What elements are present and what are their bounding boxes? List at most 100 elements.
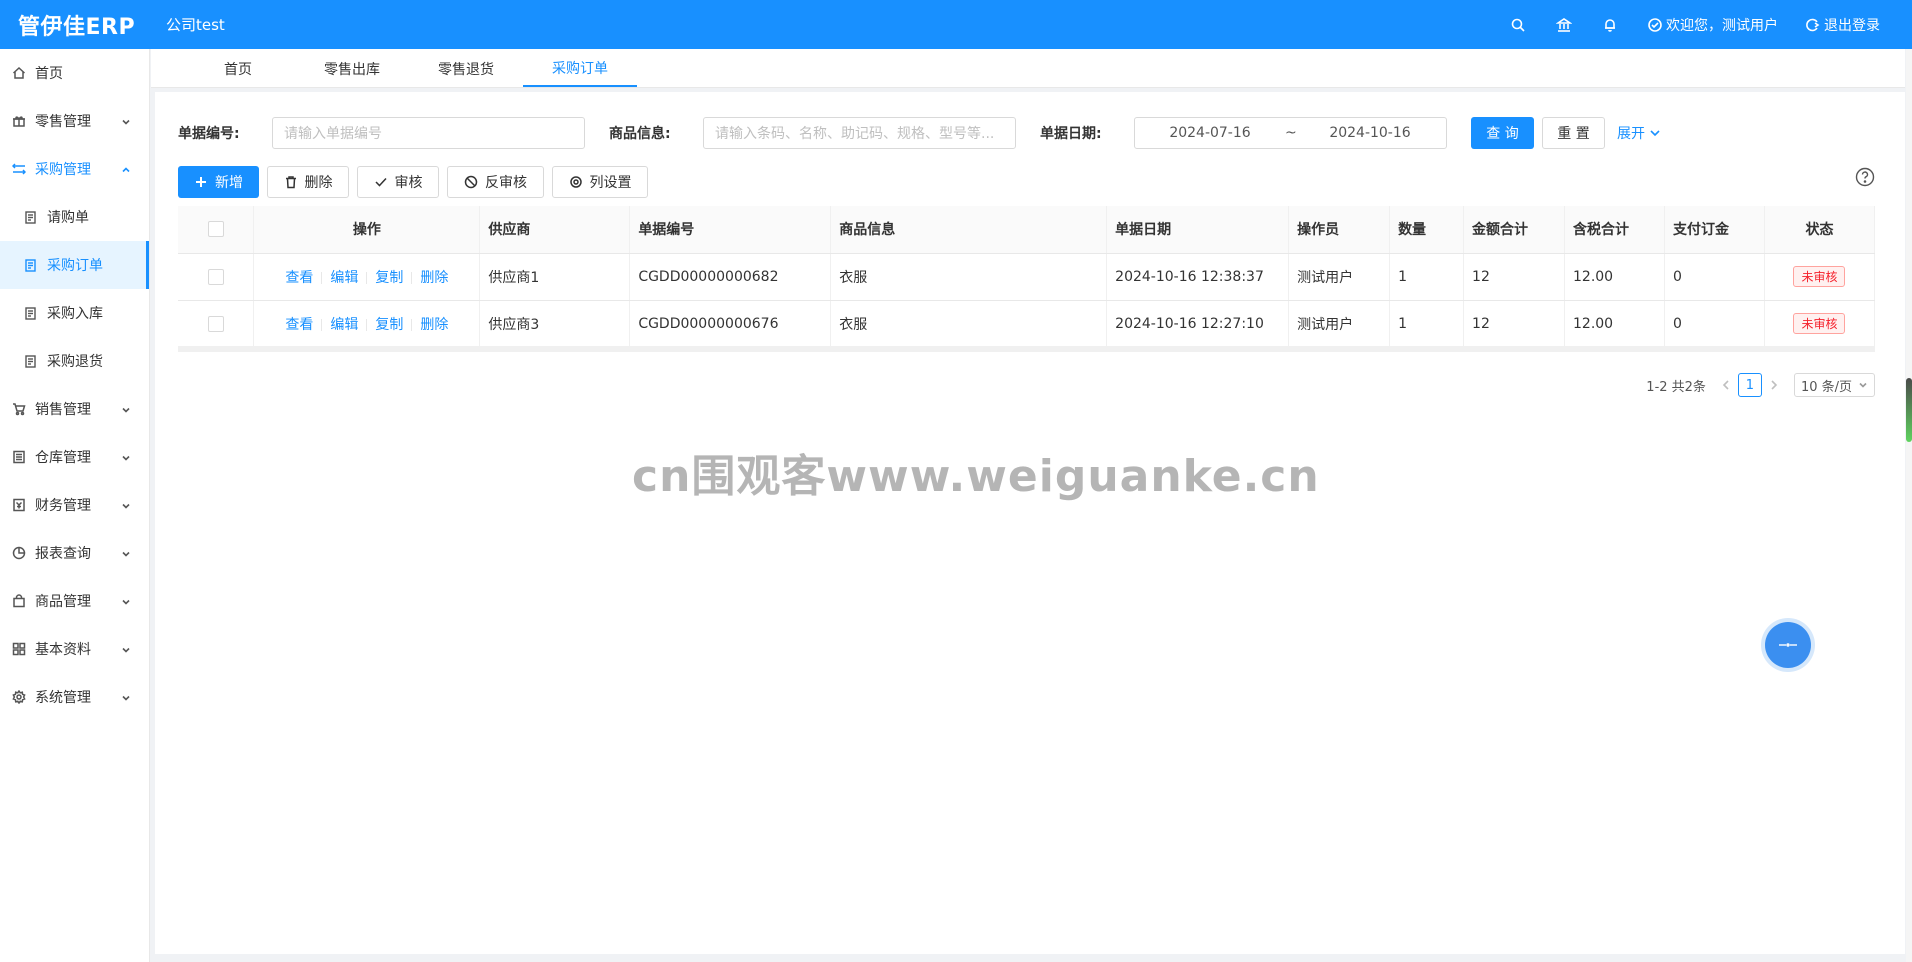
tax-total-cell: 12.00 bbox=[1564, 253, 1665, 301]
goods-input[interactable]: 请输入条码、名称、助记码、规格、型号等... bbox=[703, 117, 1016, 149]
gift-icon bbox=[12, 114, 26, 128]
help-icon[interactable] bbox=[1855, 167, 1875, 187]
file-text-icon bbox=[24, 306, 37, 320]
column-header[interactable]: 单据编号 bbox=[629, 206, 832, 254]
date-end[interactable]: 2024-10-16 bbox=[1295, 125, 1445, 141]
logout-button[interactable]: 退出登录 bbox=[1806, 15, 1880, 35]
bill-no-input[interactable]: 请输入单据编号 bbox=[272, 117, 585, 149]
audit-button[interactable]: 审核 bbox=[357, 166, 439, 198]
tab-home[interactable]: 首页 bbox=[181, 51, 295, 87]
file-text-icon bbox=[24, 258, 37, 272]
date-start[interactable]: 2024-07-16 bbox=[1135, 125, 1285, 141]
bell-icon[interactable] bbox=[1602, 17, 1618, 33]
sidebar-item-purchase[interactable]: 采购管理 bbox=[0, 145, 149, 193]
welcome-text: 欢迎您，测试用户 bbox=[1666, 17, 1778, 34]
edit-link[interactable]: 编辑 bbox=[330, 270, 358, 286]
delete-label: 删除 bbox=[304, 175, 333, 191]
check-circle-icon bbox=[1648, 17, 1662, 32]
column-header[interactable]: 状态 bbox=[1764, 206, 1876, 254]
prev-page-icon[interactable] bbox=[1720, 379, 1732, 391]
unaudit-button[interactable]: 反审核 bbox=[447, 166, 544, 198]
pagination-summary: 1-2 共2条 bbox=[1646, 379, 1706, 395]
edit-link[interactable]: 编辑 bbox=[330, 317, 358, 333]
column-header[interactable]: 数量 bbox=[1389, 206, 1465, 254]
goods-cell: 衣服 bbox=[830, 253, 1108, 301]
tab-purchase-order[interactable]: 采购订单 bbox=[523, 51, 637, 87]
main-content: 单据编号: 请输入单据编号 商品信息: 请输入条码、名称、助记码、规格、型号等.… bbox=[155, 92, 1905, 954]
column-header[interactable]: 商品信息 bbox=[830, 206, 1108, 254]
column-header[interactable]: 支付订金 bbox=[1664, 206, 1765, 254]
page-scrollbar-thumb[interactable] bbox=[1906, 378, 1912, 442]
search-icon[interactable] bbox=[1510, 17, 1526, 33]
page-scrollbar-track[interactable] bbox=[1906, 49, 1912, 962]
row-actions: 查看 编辑 复制 删除 bbox=[253, 253, 481, 301]
row-checkbox[interactable] bbox=[207, 268, 224, 285]
row-select-cell bbox=[178, 300, 255, 348]
column-header[interactable]: 含税合计 bbox=[1564, 206, 1665, 254]
sidebar-item-reports[interactable]: 报表查询 bbox=[0, 529, 149, 577]
date-range-picker[interactable]: 2024-07-16 ~ 2024-10-16 bbox=[1134, 117, 1447, 149]
add-label: 新增 bbox=[215, 175, 243, 191]
floating-assistant-button[interactable] bbox=[1765, 622, 1811, 668]
logout-label: 退出登录 bbox=[1824, 17, 1880, 34]
sidebar-item-system[interactable]: 系统管理 bbox=[0, 673, 149, 721]
add-button[interactable]: 新增 bbox=[178, 166, 259, 198]
sidebar-item-basic-data[interactable]: 基本资料 bbox=[0, 625, 149, 673]
date-cell: 2024-10-16 12:38:37 bbox=[1106, 253, 1290, 301]
qty-cell: 1 bbox=[1389, 253, 1465, 301]
row-checkbox[interactable] bbox=[207, 315, 224, 332]
select-all-checkbox[interactable] bbox=[207, 221, 224, 238]
header-actions: 欢迎您，测试用户 退出登录 bbox=[1480, 15, 1912, 35]
delete-button[interactable]: 删除 bbox=[267, 166, 349, 198]
sidebar-subitem-purchase-in[interactable]: 采购入库 bbox=[0, 289, 149, 337]
row-actions: 查看 编辑 复制 删除 bbox=[253, 300, 481, 348]
view-link[interactable]: 查看 bbox=[285, 317, 313, 333]
view-link[interactable]: 查看 bbox=[285, 270, 313, 286]
sidebar-subitem-purchase-return[interactable]: 采购退货 bbox=[0, 337, 149, 385]
divider bbox=[366, 318, 368, 331]
expand-toggle[interactable]: 展开 bbox=[1617, 123, 1661, 143]
page-number-current[interactable]: 1 bbox=[1737, 373, 1762, 397]
query-button[interactable]: 查 询 bbox=[1471, 117, 1534, 149]
sidebar-item-retail[interactable]: 零售管理 bbox=[0, 97, 149, 145]
sidebar-item-sales[interactable]: 销售管理 bbox=[0, 385, 149, 433]
copy-link[interactable]: 复制 bbox=[375, 317, 403, 333]
company-name: 公司test bbox=[166, 16, 225, 34]
sidebar-subitem-purchase-order[interactable]: 采购订单 bbox=[0, 241, 149, 289]
expand-label: 展开 bbox=[1617, 126, 1645, 142]
table-toolbar: 新增 删除 审核 反审核 列设置 bbox=[178, 166, 648, 198]
sidebar-subitem-purchase-request[interactable]: 请购单 bbox=[0, 193, 149, 241]
row-select-cell bbox=[178, 253, 255, 301]
tab-retail-return[interactable]: 零售退货 bbox=[409, 51, 523, 87]
sidebar-item-finance[interactable]: 财务管理 bbox=[0, 481, 149, 529]
next-page-icon[interactable] bbox=[1768, 379, 1780, 391]
app-logo[interactable]: 管伊佳ERP bbox=[0, 9, 152, 41]
table-horizontal-scrollbar[interactable] bbox=[178, 346, 1875, 352]
date-label: 单据日期: bbox=[1040, 126, 1102, 142]
sidebar: 首页 零售管理 采购管理 请购单 采购订单 采购入库 采购退货 销售管理 仓库管… bbox=[0, 49, 150, 962]
chevron-down-icon bbox=[121, 595, 131, 605]
table-row[interactable]: 查看 编辑 复制 删除 供应商3 CGDD00000000676 衣服 2024-10… bbox=[178, 300, 1876, 348]
tab-retail-out[interactable]: 零售出库 bbox=[295, 51, 409, 87]
column-header[interactable]: 操作员 bbox=[1288, 206, 1391, 254]
sidebar-item-warehouse[interactable]: 仓库管理 bbox=[0, 433, 149, 481]
delete-link[interactable]: 删除 bbox=[420, 317, 448, 333]
user-menu[interactable]: 欢迎您，测试用户 bbox=[1648, 15, 1778, 35]
bank-icon[interactable] bbox=[1556, 17, 1572, 33]
sidebar-item-home[interactable]: 首页 bbox=[0, 49, 149, 97]
sidebar-item-label: 采购管理 bbox=[35, 162, 91, 178]
reset-button[interactable]: 重 置 bbox=[1542, 117, 1605, 149]
page-size-select[interactable]: 10 条/页 bbox=[1793, 373, 1875, 397]
check-icon bbox=[374, 177, 387, 187]
delete-link[interactable]: 删除 bbox=[420, 270, 448, 286]
sidebar-item-label: 首页 bbox=[35, 66, 63, 82]
sidebar-item-goods[interactable]: 商品管理 bbox=[0, 577, 149, 625]
column-settings-button[interactable]: 列设置 bbox=[552, 166, 648, 198]
table-row[interactable]: 查看 编辑 复制 删除 供应商1 CGDD00000000682 衣服 2024-10… bbox=[178, 253, 1876, 301]
column-header[interactable]: 供应商 bbox=[479, 206, 631, 254]
deposit-cell: 0 bbox=[1664, 253, 1765, 301]
column-header[interactable]: 单据日期 bbox=[1106, 206, 1290, 254]
column-header[interactable]: 金额合计 bbox=[1463, 206, 1565, 254]
copy-link[interactable]: 复制 bbox=[375, 270, 403, 286]
setting-icon bbox=[12, 690, 26, 704]
